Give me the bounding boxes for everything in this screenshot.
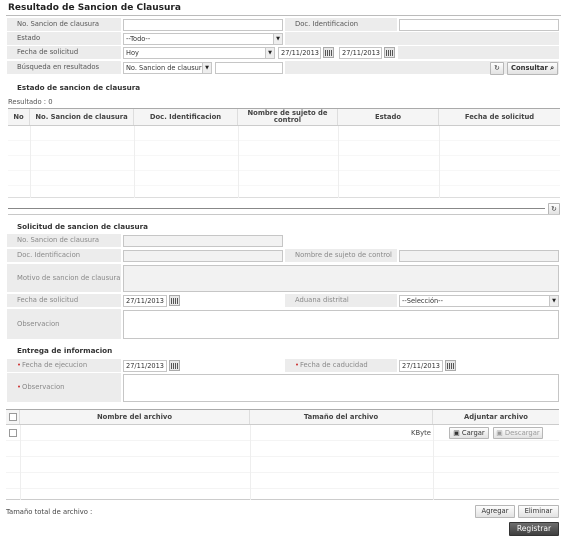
select-all-checkbox[interactable] [8, 413, 17, 421]
floppy-icon: ▣ [453, 429, 460, 437]
sol-nombre-sujeto-input [399, 250, 559, 262]
busqueda-field-value: No. Sancion de clausur [126, 64, 202, 72]
cargar-label: Cargar [461, 429, 485, 437]
consultar-button[interactable]: Consultar ⌕ [507, 62, 558, 75]
sol-doc-ident-label: Doc. Identificacion [7, 249, 121, 262]
sol-fecha-input[interactable]: 27/11/2013 [123, 295, 167, 307]
no-sancion-input[interactable] [123, 19, 283, 31]
search-icon: ⌕ [550, 64, 555, 72]
column-header-no-sancion: No. Sancion de clausura [30, 109, 134, 125]
eliminar-button[interactable]: Eliminar [518, 505, 559, 518]
entrega-fecha-caducidad-label: Fecha de caducidad [285, 359, 397, 372]
fecha-period-select[interactable]: Hoy ▼ [123, 47, 275, 59]
calendar-icon[interactable] [169, 295, 180, 306]
refresh-icon: ↻ [551, 205, 557, 213]
column-header-nombre-archivo: Nombre del archivo [20, 410, 250, 424]
doc-ident-input[interactable] [399, 19, 559, 31]
estado-select-value: --Todo-- [126, 35, 151, 43]
sol-doc-ident-input [123, 250, 283, 262]
no-sancion-label: No. Sancion de clausura [7, 18, 121, 31]
section-divider [8, 208, 545, 209]
sol-no-sancion-input [123, 235, 283, 247]
calendar-icon[interactable] [384, 47, 395, 58]
fecha-solicitud-label: Fecha de solicitud [7, 46, 121, 59]
column-header-tamano: Tamaño del archivo [250, 410, 433, 424]
descargar-button[interactable]: ▣ Descargar [493, 427, 543, 439]
estado-select[interactable]: --Todo-- ▼ [123, 33, 283, 45]
busqueda-field-select[interactable]: No. Sancion de clausur ▼ [123, 62, 212, 74]
estado-row-filler [285, 32, 559, 45]
chevron-down-icon: ▼ [202, 63, 211, 73]
chevron-down-icon: ▼ [273, 34, 282, 44]
column-header-adjuntar: Adjuntar archivo [464, 412, 528, 421]
entrega-observacion-label: Observacion [7, 373, 121, 402]
fecha-hasta-input[interactable]: 27/11/2013 [339, 47, 382, 59]
sol-motivo-textarea [123, 265, 559, 292]
agregar-button[interactable]: Agregar [475, 505, 515, 518]
results-table-header: No No. Sancion de clausura Doc. Identifi… [8, 108, 560, 126]
sol-aduana-label: Aduana distrital [285, 294, 397, 307]
fecha-row-filler [398, 46, 559, 59]
row-checkbox[interactable] [9, 429, 17, 437]
title-divider [6, 15, 561, 16]
column-header-fecha: Fecha de solicitud [464, 112, 535, 121]
fecha-period-value: Hoy [126, 49, 139, 57]
floppy-icon: ▣ [496, 429, 503, 437]
sol-observacion-textarea[interactable] [123, 310, 559, 339]
files-table-header: Nombre del archivo Tamaño del archivo Ad… [6, 409, 559, 425]
sol-nombre-sujeto-label: Nombre de sujeto de control [285, 249, 397, 262]
column-header-nombre-sujeto: Nombre de sujeto de control [238, 109, 338, 125]
entrega-section-title: Entrega de informacion [17, 346, 113, 355]
refresh-button[interactable]: ↻ [490, 62, 504, 75]
resultado-count: Resultado : 0 [8, 98, 53, 106]
refresh-icon: ↻ [494, 64, 500, 72]
page-title: Resultado de Sancion de Clausura [8, 3, 181, 13]
total-size-label: Tamaño total de archivo : [6, 508, 93, 516]
file-size-unit: KByte [411, 429, 431, 437]
busqueda-input[interactable] [215, 62, 283, 74]
column-header-estado: Estado [338, 109, 439, 125]
chevron-down-icon: ▼ [549, 296, 558, 306]
sol-observacion-label: Observacion [7, 309, 121, 339]
files-table-body: KByte ▣ Cargar ▣ Descargar [6, 425, 559, 500]
sol-motivo-label: Motivo de sancion de clausura [7, 264, 121, 292]
column-header-no: No [8, 109, 30, 125]
chevron-down-icon: ▼ [265, 48, 274, 58]
column-header-doc-ident: Doc. Identificacion [134, 109, 238, 125]
estado-label: Estado [7, 32, 121, 45]
section-divider [8, 214, 560, 215]
entrega-fecha-ejecucion-label: Fecha de ejecucion [7, 359, 121, 372]
entrega-fecha-ejecucion-input[interactable]: 27/11/2013 [123, 360, 167, 372]
sol-aduana-select[interactable]: --Selección-- ▼ [399, 295, 559, 307]
solicitud-section-title: Solicitud de sancion de clausura [17, 222, 149, 231]
busqueda-label: Búsqueda en resultados [7, 61, 121, 74]
sol-aduana-value: --Selección-- [402, 297, 443, 305]
entrega-fecha-caducidad-input[interactable]: 27/11/2013 [399, 360, 443, 372]
consultar-label: Consultar [510, 64, 548, 72]
fecha-desde-input[interactable]: 27/11/2013 [278, 47, 321, 59]
calendar-icon[interactable] [169, 360, 180, 371]
sol-no-sancion-label: No. Sancion de clausura [7, 234, 121, 247]
table-row: KByte ▣ Cargar ▣ Descargar [6, 425, 559, 441]
sol-fecha-label: Fecha de solicitud [7, 294, 121, 307]
entrega-observacion-textarea[interactable] [123, 374, 559, 402]
calendar-icon[interactable] [445, 360, 456, 371]
estado-section-title: Estado de sancion de clausura [17, 83, 141, 92]
registrar-button[interactable]: Registrar [509, 522, 559, 536]
cargar-button[interactable]: ▣ Cargar [449, 427, 489, 439]
select-all-cell [6, 410, 20, 424]
calendar-icon[interactable] [323, 47, 334, 58]
doc-ident-label: Doc. Identificacion [285, 18, 397, 31]
descargar-label: Descargar [504, 429, 540, 437]
results-table-body [8, 126, 560, 198]
